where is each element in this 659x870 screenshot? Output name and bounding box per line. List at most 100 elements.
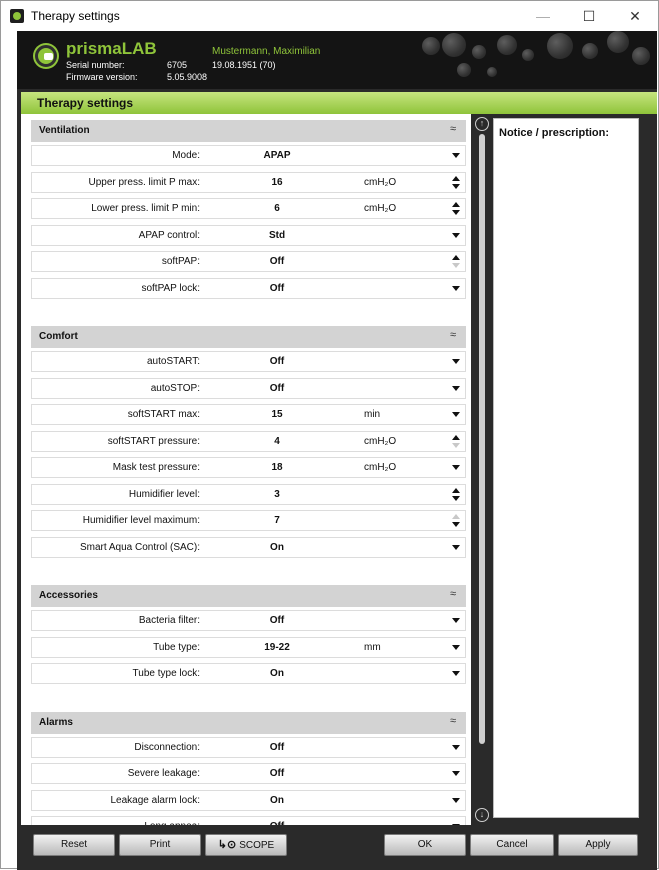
group-header-alarms[interactable]: Alarms ≈ xyxy=(31,711,466,734)
decor-bubble xyxy=(632,47,650,65)
dropdown-arrow-icon[interactable] xyxy=(451,614,461,628)
group-header-ventilation[interactable]: Ventilation ≈ xyxy=(31,120,466,142)
setting-value[interactable]: On xyxy=(237,668,317,679)
spin-arrows-icon[interactable] xyxy=(451,514,461,528)
setting-unit: cmH₂O xyxy=(364,435,397,447)
notice-prescription-field[interactable]: Notice / prescription: xyxy=(493,118,639,818)
spin-arrows-icon[interactable] xyxy=(451,487,461,502)
dropdown-arrow-icon[interactable] xyxy=(451,641,461,655)
setting-row[interactable]: Smart Aqua Control (SAC): On xyxy=(31,536,466,558)
setting-row[interactable]: Mask test pressure: 18 cmH₂O xyxy=(31,457,466,478)
dropdown-arrow-icon[interactable] xyxy=(451,541,461,555)
setting-row[interactable]: Severe leakage: Off xyxy=(31,763,466,784)
setting-row[interactable]: autoSTOP: Off xyxy=(31,377,466,399)
setting-row[interactable]: autoSTART: Off xyxy=(31,351,466,372)
device-header: prismaLAB Serial number: 6705 Firmware v… xyxy=(17,31,657,89)
scope-button[interactable]: ↳⊙ SCOPE xyxy=(205,834,287,856)
collapse-chevrons-icon[interactable]: ≈ xyxy=(450,588,456,600)
dropdown-arrow-icon[interactable] xyxy=(451,355,461,369)
collapse-chevrons-icon[interactable]: ≈ xyxy=(450,123,456,135)
setting-value[interactable]: 16 xyxy=(237,177,317,188)
setting-label: Tube type: xyxy=(153,641,200,653)
setting-row[interactable]: Upper press. limit P max: 16 cmH₂O xyxy=(31,171,466,193)
setting-value[interactable]: 7 xyxy=(237,515,317,526)
cancel-button[interactable]: Cancel xyxy=(470,834,554,856)
ok-button[interactable]: OK xyxy=(384,834,466,856)
setting-value[interactable]: 18 xyxy=(237,462,317,473)
setting-row[interactable]: Leakage alarm lock: On xyxy=(31,789,466,811)
collapse-chevrons-icon[interactable]: ≈ xyxy=(450,329,456,341)
setting-label: Leakage alarm lock: xyxy=(110,794,201,806)
setting-value[interactable]: Off xyxy=(237,615,317,626)
decor-bubble xyxy=(497,35,517,55)
setting-value[interactable]: 19-22 xyxy=(237,642,317,653)
setting-value[interactable]: 6 xyxy=(237,203,317,214)
group-header-accessories[interactable]: Accessories ≈ xyxy=(31,585,466,607)
minimize-button[interactable]: — xyxy=(520,1,566,31)
setting-value[interactable]: APAP xyxy=(237,150,317,161)
setting-row[interactable]: Long apnea:Off xyxy=(31,816,466,825)
scrollbar[interactable]: ↑ ↓ xyxy=(473,114,491,825)
setting-label: Disconnection: xyxy=(134,741,200,753)
scroll-thumb[interactable] xyxy=(479,134,485,744)
dropdown-arrow-icon[interactable] xyxy=(451,282,461,296)
apply-button[interactable]: Apply xyxy=(558,834,638,856)
dropdown-arrow-icon[interactable] xyxy=(451,794,461,808)
setting-value[interactable]: 3 xyxy=(237,489,317,500)
collapse-chevrons-icon[interactable]: ≈ xyxy=(450,715,456,727)
spin-arrows-icon[interactable] xyxy=(451,175,461,190)
spin-arrows-icon[interactable] xyxy=(451,255,461,269)
setting-row[interactable]: softPAP: Off xyxy=(31,251,466,272)
setting-value[interactable]: Off xyxy=(237,768,317,779)
decor-bubble xyxy=(422,37,440,55)
dropdown-arrow-icon[interactable] xyxy=(451,767,461,781)
spin-arrows-icon[interactable] xyxy=(451,434,461,449)
setting-row[interactable]: Disconnection: Off xyxy=(31,736,466,758)
decor-bubble xyxy=(522,49,534,61)
setting-value[interactable]: Off xyxy=(237,283,317,294)
setting-row[interactable]: Lower press. limit P min: 6 cmH₂O xyxy=(31,198,466,219)
group-title: Comfort xyxy=(39,331,78,342)
setting-row[interactable]: Humidifier level: 3 xyxy=(31,483,466,505)
section-title: Therapy settings xyxy=(37,96,134,110)
dropdown-arrow-icon[interactable] xyxy=(451,149,461,163)
scroll-down-icon[interactable]: ↓ xyxy=(475,808,489,822)
section-header: Therapy settings xyxy=(21,92,657,114)
setting-value[interactable]: On xyxy=(237,795,317,806)
setting-row[interactable]: Mode: APAP xyxy=(31,145,466,166)
setting-row[interactable]: APAP control: Std xyxy=(31,224,466,246)
dropdown-arrow-icon[interactable] xyxy=(451,229,461,243)
setting-value[interactable]: Off xyxy=(237,383,317,394)
setting-value[interactable]: Std xyxy=(237,230,317,241)
app-icon xyxy=(10,9,24,23)
dropdown-arrow-icon[interactable] xyxy=(451,461,461,475)
setting-value[interactable]: Off xyxy=(237,356,317,367)
setting-value[interactable]: On xyxy=(237,542,317,553)
setting-row[interactable]: softSTART max: 15 min xyxy=(31,404,466,425)
setting-row[interactable]: softPAP lock: Off xyxy=(31,277,466,299)
firmware-value: 5.05.9008 xyxy=(167,72,208,82)
setting-label: Severe leakage: xyxy=(127,768,200,779)
print-button[interactable]: Print xyxy=(119,834,201,856)
setting-value[interactable]: 15 xyxy=(237,409,317,420)
group-header-comfort[interactable]: Comfort ≈ xyxy=(31,326,466,348)
dropdown-arrow-icon[interactable] xyxy=(451,741,461,755)
setting-value[interactable]: 4 xyxy=(237,436,317,447)
setting-row[interactable]: Bacteria filter: Off xyxy=(31,610,466,631)
dropdown-arrow-icon[interactable] xyxy=(451,382,461,396)
setting-row[interactable]: Tube type lock: On xyxy=(31,663,466,684)
dropdown-arrow-icon[interactable] xyxy=(451,667,461,681)
spin-arrows-icon[interactable] xyxy=(451,202,461,216)
setting-label: autoSTART: xyxy=(147,356,200,367)
setting-value[interactable]: Off xyxy=(237,256,317,267)
scroll-up-icon[interactable]: ↑ xyxy=(475,117,489,131)
maximize-button[interactable]: ☐ xyxy=(566,1,612,31)
setting-row[interactable]: Tube type: 19-22 mm xyxy=(31,636,466,658)
dropdown-arrow-icon[interactable] xyxy=(451,408,461,422)
close-button[interactable]: ✕ xyxy=(612,1,658,31)
setting-row[interactable]: softSTART pressure: 4 cmH₂O xyxy=(31,430,466,452)
reset-button[interactable]: Reset xyxy=(33,834,115,856)
serial-label: Serial number: xyxy=(66,60,125,70)
setting-row[interactable]: Humidifier level maximum: 7 xyxy=(31,510,466,531)
setting-value[interactable]: Off xyxy=(237,742,317,753)
